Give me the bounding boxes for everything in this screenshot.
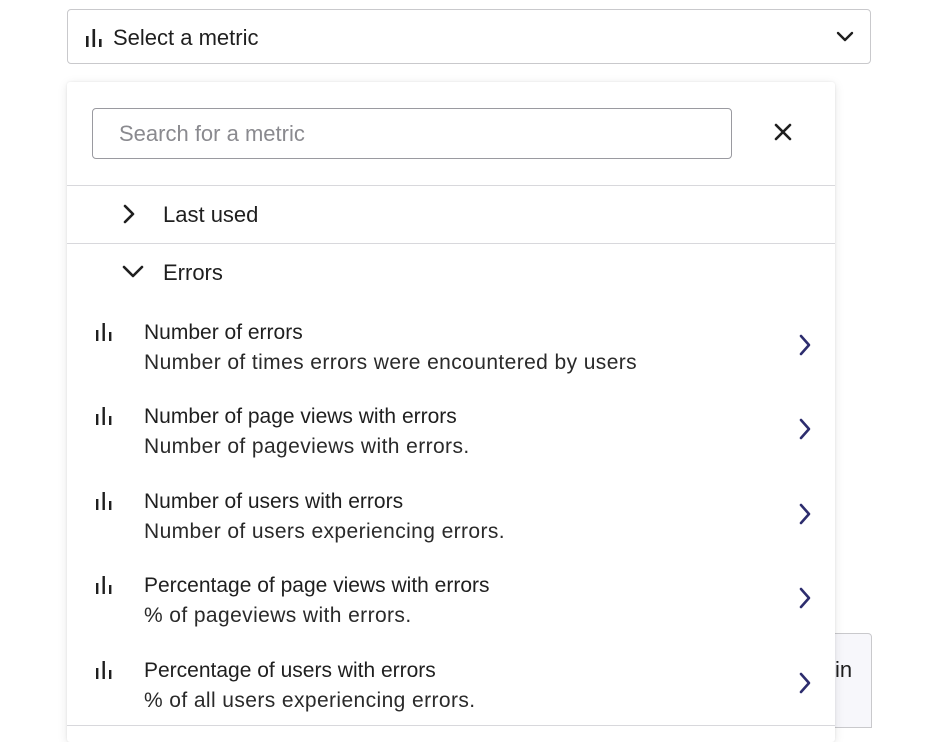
bar-chart-icon bbox=[95, 661, 113, 684]
metric-description: Number of times errors were encountered … bbox=[144, 351, 638, 374]
background-button-label: in bbox=[835, 657, 853, 682]
metric-dropdown-panel: Last used Errors Number of errors Number… bbox=[67, 82, 835, 742]
chevron-right-icon bbox=[798, 503, 812, 530]
metric-item[interactable]: Percentage of users with errors % of all… bbox=[67, 655, 835, 739]
group-label: Errors bbox=[163, 260, 223, 285]
bar-chart-icon bbox=[85, 28, 103, 53]
metric-description: Number of pageviews with errors. bbox=[144, 435, 470, 458]
group-label: Last used bbox=[163, 202, 259, 227]
bar-chart-icon bbox=[95, 492, 113, 515]
select-label: Select a metric bbox=[113, 25, 259, 50]
metric-title: Percentage of page views with errors bbox=[144, 574, 490, 597]
search-input[interactable] bbox=[92, 108, 732, 159]
bar-chart-icon bbox=[95, 407, 113, 430]
metric-select[interactable]: Select a metric bbox=[67, 9, 871, 64]
bar-chart-icon bbox=[95, 323, 113, 346]
metric-item[interactable]: Number of errors Number of times errors … bbox=[67, 317, 835, 401]
metric-title: Percentage of users with errors bbox=[144, 659, 436, 682]
chevron-right-icon bbox=[122, 204, 136, 229]
group-errors[interactable]: Errors bbox=[67, 244, 835, 300]
close-button[interactable] bbox=[767, 118, 799, 150]
metric-title: Number of page views with errors bbox=[144, 405, 457, 428]
chevron-right-icon bbox=[798, 587, 812, 614]
metric-item[interactable]: Percentage of page views with errors % o… bbox=[67, 570, 835, 654]
chevron-right-icon bbox=[798, 418, 812, 445]
metric-title: Number of users with errors bbox=[144, 490, 404, 513]
metric-description: Number of users experiencing errors. bbox=[144, 520, 506, 543]
chevron-down-icon bbox=[836, 30, 854, 48]
bar-chart-icon bbox=[95, 576, 113, 599]
close-icon bbox=[773, 122, 793, 147]
metric-item[interactable]: Number of users with errors Number of us… bbox=[67, 486, 835, 570]
metric-item[interactable]: Number of page views with errors Number … bbox=[67, 401, 835, 485]
metric-title: Number of errors bbox=[144, 321, 303, 344]
metric-description: % of all users experiencing errors. bbox=[144, 689, 476, 712]
group-last-used[interactable]: Last used bbox=[67, 186, 835, 242]
chevron-down-icon bbox=[122, 265, 144, 284]
divider bbox=[67, 725, 835, 726]
metric-description: % of pageviews with errors. bbox=[144, 604, 412, 627]
chevron-right-icon bbox=[798, 334, 812, 361]
chevron-right-icon bbox=[798, 672, 812, 699]
